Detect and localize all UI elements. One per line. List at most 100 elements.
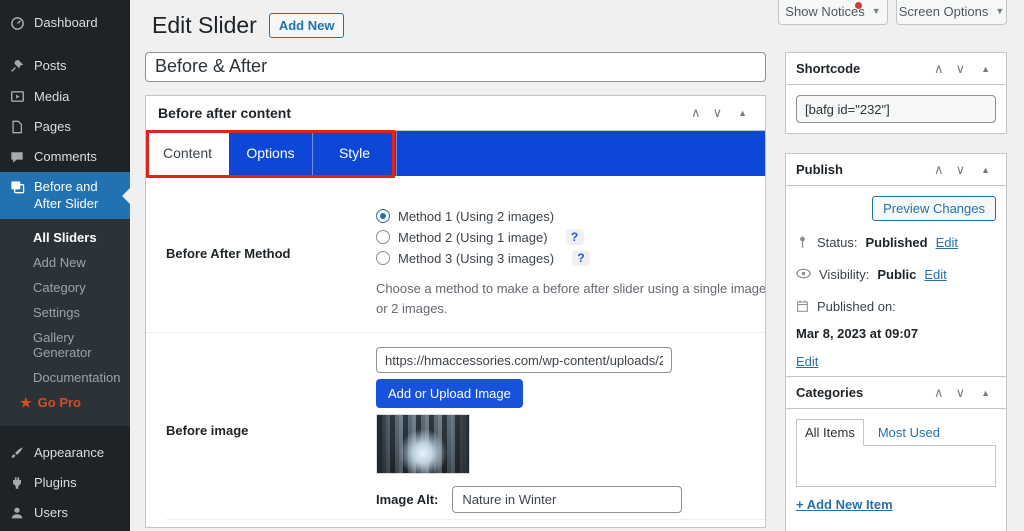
tab-content[interactable]: Content <box>146 130 229 176</box>
status-label: Status: <box>817 235 858 250</box>
submenu-item-category[interactable]: Category <box>0 275 130 300</box>
screen-options-tab[interactable]: Screen Options ▼ <box>896 0 1007 25</box>
submenu-item-add-new[interactable]: Add New <box>0 250 130 275</box>
categories-list-panel[interactable] <box>796 445 996 487</box>
shortcode-title: Shortcode <box>796 61 861 76</box>
sidebar-item-appearance[interactable]: Appearance <box>0 438 130 468</box>
sidebar-item-label: Before and After Slider <box>34 179 99 211</box>
submenu-item-go-pro[interactable]: ★ Go Pro <box>0 390 130 416</box>
move-up-icon[interactable]: ∧ <box>685 105 707 121</box>
wordpress-admin-page: Dashboard Posts Media Pages Comments Bef… <box>0 0 1024 531</box>
submenu-item-documentation[interactable]: Documentation <box>0 365 130 390</box>
sidebar-item-users[interactable]: Users <box>0 498 130 528</box>
method-2-label: Method 2 (Using 1 image) <box>398 229 548 245</box>
before-after-method-label: Before After Method <box>166 245 291 261</box>
next-row-divider <box>166 519 765 526</box>
help-icon[interactable]: ? <box>572 250 591 267</box>
submenu-item-gallery-generator[interactable]: Gallery Generator <box>0 325 130 365</box>
sidebar-item-posts[interactable]: Posts <box>0 51 130 81</box>
plug-icon <box>9 475 25 491</box>
toggle-panel-icon[interactable]: ▲ <box>971 388 996 398</box>
method-1-radio[interactable]: Method 1 (Using 2 images) <box>376 206 765 227</box>
sidebar-bottom-menu: Appearance Plugins Users Tools <box>0 438 130 531</box>
edit-status-link[interactable]: Edit <box>936 234 958 253</box>
image-alt-input[interactable] <box>452 486 683 514</box>
sidebar-item-plugins[interactable]: Plugins <box>0 468 130 498</box>
sidebar-item-media[interactable]: Media <box>0 82 130 112</box>
add-new-item-link[interactable]: + Add New Item <box>796 497 893 512</box>
plugin-tab-bar: Content Options Style <box>146 130 765 176</box>
sidebar-item-label: Pages <box>34 118 71 134</box>
method-3-radio[interactable]: Method 3 (Using 3 images) ? <box>376 248 765 269</box>
method-2-radio[interactable]: Method 2 (Using 1 image) ? <box>376 227 765 248</box>
toggle-panel-icon[interactable]: ▲ <box>971 165 996 175</box>
shortcode-metabox: Shortcode ∧ ∨ ▲ <box>785 52 1007 134</box>
move-down-icon[interactable]: ∨ <box>707 105 729 121</box>
add-or-upload-image-button[interactable]: Add or Upload Image <box>376 379 523 409</box>
categories-metabox: Categories ∧ ∨ ▲ All Items Most Used + A… <box>785 376 1007 531</box>
chevron-down-icon: ▼ <box>995 6 1005 16</box>
published-on-label: Published on: <box>817 298 896 314</box>
media-icon <box>9 89 25 105</box>
submenu-item-settings[interactable]: Settings <box>0 300 130 325</box>
status-row: Status: Published Edit <box>796 234 996 253</box>
edit-published-link[interactable]: Edit <box>796 354 818 369</box>
status-value: Published <box>865 235 928 250</box>
move-down-icon[interactable]: ∨ <box>950 385 972 401</box>
sidebar-item-label: Plugins <box>34 475 77 490</box>
move-up-icon[interactable]: ∧ <box>928 162 950 178</box>
categories-title: Categories <box>796 385 864 400</box>
method-options: Method 1 (Using 2 images) Method 2 (Usin… <box>376 206 766 321</box>
radio-icon <box>376 251 390 266</box>
pages-icon <box>9 119 25 135</box>
tab-options[interactable]: Options <box>229 130 313 176</box>
sidebar-item-comments[interactable]: Comments <box>0 142 130 172</box>
move-up-icon[interactable]: ∧ <box>928 61 950 77</box>
slider-title-input[interactable] <box>145 51 766 82</box>
edit-visibility-link[interactable]: Edit <box>924 266 946 285</box>
published-on-value: Mar 8, 2023 at 09:07 <box>796 325 919 341</box>
sidebar-item-pages[interactable]: Pages <box>0 112 130 142</box>
show-notices-tab[interactable]: Show Notices ▼ <box>778 0 888 25</box>
publish-title: Publish <box>796 162 843 177</box>
main-content: Edit Slider Add New Before after content… <box>145 0 766 528</box>
move-down-icon[interactable]: ∨ <box>950 61 972 77</box>
screen-options-label: Screen Options <box>898 3 989 19</box>
visibility-value: Public <box>877 266 917 282</box>
method-description: Choose a method to make a before after s… <box>376 280 766 317</box>
sidebar-item-label: Comments <box>34 149 97 164</box>
before-image-row: Before image Add or Upload Image Image A… <box>146 332 765 519</box>
before-image-thumbnail <box>376 414 470 475</box>
sidebar-item-dashboard[interactable]: Dashboard <box>0 8 130 38</box>
tab-most-used[interactable]: Most Used <box>878 425 940 440</box>
page-title: Edit Slider <box>152 12 257 38</box>
before-image-controls: Add or Upload Image Image Alt: <box>376 347 683 514</box>
method-3-label: Method 3 (Using 3 images) <box>398 250 555 266</box>
shortcode-input[interactable] <box>796 95 996 123</box>
toggle-panel-icon[interactable]: ▲ <box>971 64 996 74</box>
before-after-method-row: Before After Method Method 1 (Using 2 im… <box>146 176 765 333</box>
before-image-label: Before image <box>166 422 249 438</box>
plugin-submenu: All Sliders Add New Category Settings Ga… <box>0 218 130 426</box>
radio-selected-icon <box>376 209 390 224</box>
user-icon <box>9 505 25 521</box>
toggle-panel-icon[interactable]: ▲ <box>728 108 753 118</box>
tab-all-items[interactable]: All Items <box>796 419 864 446</box>
before-image-url-input[interactable] <box>376 347 672 374</box>
tab-style[interactable]: Style <box>313 130 397 176</box>
help-icon[interactable]: ? <box>565 229 584 246</box>
admin-sidebar: Dashboard Posts Media Pages Comments Bef… <box>0 0 131 531</box>
published-on-row: Published on: Mar 8, 2023 at 09:07 Edit <box>796 298 996 373</box>
submenu-item-all-sliders[interactable]: All Sliders <box>0 225 130 250</box>
preview-changes-button[interactable]: Preview Changes <box>872 196 996 221</box>
star-icon: ★ <box>20 394 32 410</box>
sidebar-item-label: Dashboard <box>34 15 98 30</box>
before-after-slider-icon <box>9 179 25 195</box>
move-down-icon[interactable]: ∨ <box>950 162 972 178</box>
move-up-icon[interactable]: ∧ <box>928 385 950 401</box>
sidebar-item-before-and-after-slider[interactable]: Before and After Slider <box>0 172 131 219</box>
comment-bubble-icon <box>9 149 25 165</box>
eye-icon <box>796 267 811 280</box>
add-new-button[interactable]: Add New <box>268 13 345 39</box>
calendar-icon <box>796 299 809 313</box>
